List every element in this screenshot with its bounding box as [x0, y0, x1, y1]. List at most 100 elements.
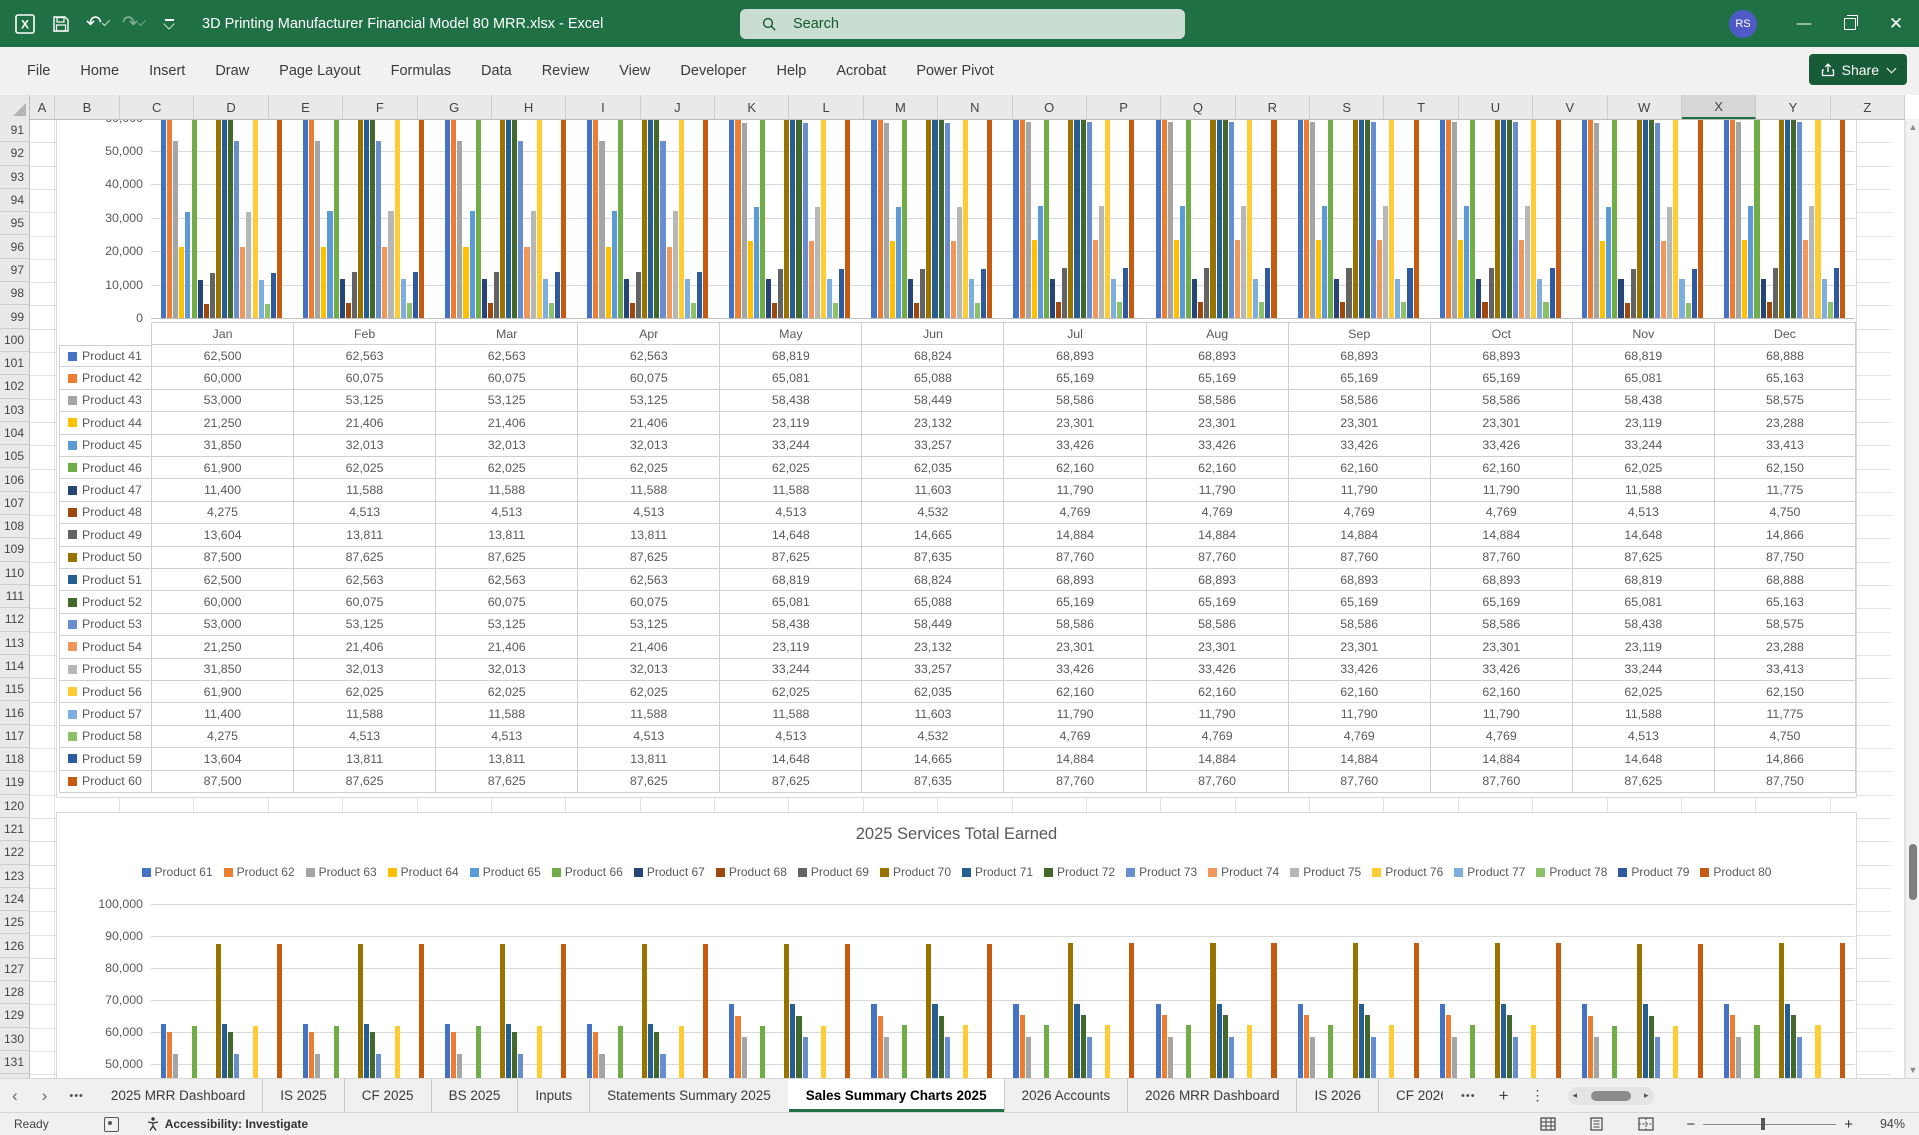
column-header-L[interactable]: L [789, 95, 864, 119]
share-button[interactable]: Share [1808, 54, 1907, 85]
sheet-tab-cf-2025[interactable]: CF 2025 [343, 1079, 431, 1112]
undo-button[interactable]: ↶ [86, 13, 111, 35]
row-header-128[interactable]: 128 [0, 981, 29, 1005]
chart-products-41-60[interactable]: 0 10,000 20,000 30,000 40,000 50,000 60,000 Jan… [56, 119, 1857, 798]
row-header-92[interactable]: 92 [0, 142, 29, 166]
column-header-X[interactable]: X [1681, 95, 1757, 119]
row-header-105[interactable]: 105 [0, 445, 29, 469]
row-header-112[interactable]: 112 [0, 608, 29, 632]
close-button[interactable]: ✕ [1873, 0, 1919, 47]
row-header-131[interactable]: 131 [0, 1051, 29, 1075]
row-header-114[interactable]: 114 [0, 655, 29, 679]
sheet-tab-2026-mrr-dashboard[interactable]: 2026 MRR Dashboard [1127, 1079, 1296, 1112]
sheet-tab-sales-summary-charts-2025[interactable]: Sales Summary Charts 2025 [787, 1079, 1004, 1112]
page-layout-view-icon[interactable] [1588, 1117, 1605, 1132]
ribbon-tab-data[interactable]: Data [466, 47, 527, 95]
row-header-130[interactable]: 130 [0, 1028, 29, 1051]
column-header-W[interactable]: W [1608, 95, 1682, 119]
row-header-95[interactable]: 95 [0, 212, 29, 236]
excel-app-icon[interactable]: X [14, 13, 36, 35]
accessibility-status[interactable]: Accessibility: Investigate [147, 1117, 308, 1131]
column-header-J[interactable]: J [641, 95, 715, 119]
tab-scroll-left-icon[interactable]: ‹ [0, 1079, 30, 1112]
zoom-level[interactable]: 94% [1867, 1117, 1905, 1131]
ribbon-tab-view[interactable]: View [604, 47, 665, 95]
row-header-123[interactable]: 123 [0, 865, 29, 888]
row-header-93[interactable]: 93 [0, 166, 29, 189]
row-header-109[interactable]: 109 [0, 538, 29, 562]
column-header-A[interactable]: A [30, 95, 55, 119]
column-header-C[interactable]: C [120, 95, 195, 119]
row-header-116[interactable]: 116 [0, 701, 29, 725]
customize-qat-icon[interactable] [158, 13, 180, 35]
zoom-out-button[interactable]: − [1686, 1116, 1695, 1133]
column-header-E[interactable]: E [269, 95, 344, 119]
minimize-button[interactable]: — [1781, 0, 1827, 47]
row-header-117[interactable]: 117 [0, 725, 29, 749]
column-header-Y[interactable]: Y [1756, 95, 1831, 119]
column-header-F[interactable]: F [343, 95, 418, 119]
ribbon-tab-developer[interactable]: Developer [665, 47, 761, 95]
column-header-Z[interactable]: Z [1831, 95, 1905, 119]
column-header-G[interactable]: G [418, 95, 492, 119]
row-header-122[interactable]: 122 [0, 841, 29, 865]
sheet-tab-2025-mrr-dashboard[interactable]: 2025 MRR Dashboard [94, 1079, 262, 1112]
ribbon-tab-home[interactable]: Home [65, 47, 134, 95]
horizontal-scrollbar-thumb[interactable] [1590, 1090, 1631, 1101]
column-header-I[interactable]: I [566, 95, 641, 119]
row-header-106[interactable]: 106 [0, 468, 29, 492]
row-header-107[interactable]: 107 [0, 492, 29, 516]
column-header-B[interactable]: B [55, 95, 120, 119]
row-header-110[interactable]: 110 [0, 562, 29, 585]
row-header-99[interactable]: 99 [0, 305, 29, 329]
row-header-126[interactable]: 126 [0, 934, 29, 958]
row-header-125[interactable]: 125 [0, 911, 29, 935]
scroll-up-icon[interactable]: ▲ [1906, 119, 1919, 135]
column-header-N[interactable]: N [938, 95, 1013, 119]
tab-more-left-icon[interactable]: ••• [59, 1079, 94, 1112]
row-header-118[interactable]: 118 [0, 748, 29, 772]
column-header-U[interactable]: U [1459, 95, 1534, 119]
vertical-scrollbar-thumb[interactable] [1908, 844, 1917, 900]
search-input[interactable]: Search [740, 9, 1185, 39]
sheet-tab-is-2026[interactable]: IS 2026 [1296, 1079, 1378, 1112]
ribbon-tab-file[interactable]: File [12, 47, 65, 95]
page-break-view-icon[interactable] [1637, 1117, 1654, 1132]
tab-more-right-icon[interactable]: ••• [1451, 1090, 1486, 1102]
sheet-tab-cf-2026[interactable]: CF 2026 [1378, 1079, 1443, 1112]
row-header-124[interactable]: 124 [0, 888, 29, 912]
column-header-O[interactable]: O [1013, 95, 1087, 119]
zoom-slider[interactable] [1703, 1118, 1837, 1130]
row-header-103[interactable]: 103 [0, 399, 29, 422]
vertical-scrollbar[interactable]: ▲ ▼ [1905, 119, 1919, 1078]
column-header-R[interactable]: R [1236, 95, 1310, 119]
row-header-129[interactable]: 129 [0, 1004, 29, 1028]
row-header-113[interactable]: 113 [0, 632, 29, 655]
row-header-119[interactable]: 119 [0, 771, 29, 795]
row-header-120[interactable]: 120 [0, 795, 29, 818]
save-icon[interactable] [50, 13, 72, 35]
column-header-H[interactable]: H [492, 95, 567, 119]
tab-scroll-right-icon[interactable]: › [30, 1079, 60, 1112]
ribbon-tab-help[interactable]: Help [762, 47, 822, 95]
undo-chevron-icon[interactable] [101, 17, 111, 27]
chart-2025-services-total-earned[interactable]: 2025 Services Total Earned Product 61 Pro… [56, 812, 1857, 1078]
macro-record-icon[interactable] [103, 1116, 119, 1132]
column-header-D[interactable]: D [194, 95, 269, 119]
row-header-100[interactable]: 100 [0, 329, 29, 352]
scroll-down-icon[interactable]: ▼ [1906, 1062, 1919, 1078]
sheet-tab-is-2025[interactable]: IS 2025 [262, 1079, 344, 1112]
sheet-tab-inputs[interactable]: Inputs [517, 1079, 589, 1112]
ribbon-tab-formulas[interactable]: Formulas [376, 47, 466, 95]
column-header-S[interactable]: S [1310, 95, 1385, 119]
new-sheet-button[interactable]: + [1490, 1086, 1518, 1106]
row-header-111[interactable]: 111 [0, 585, 29, 609]
tab-options-icon[interactable]: ⋮ [1522, 1087, 1554, 1104]
row-header-102[interactable]: 102 [0, 375, 29, 399]
row-header-101[interactable]: 101 [0, 352, 29, 376]
ribbon-tab-review[interactable]: Review [527, 47, 605, 95]
hscroll-left-icon[interactable]: ◂ [1573, 1090, 1578, 1101]
row-header-94[interactable]: 94 [0, 189, 29, 213]
column-header-M[interactable]: M [864, 95, 939, 119]
row-header-121[interactable]: 121 [0, 818, 29, 842]
